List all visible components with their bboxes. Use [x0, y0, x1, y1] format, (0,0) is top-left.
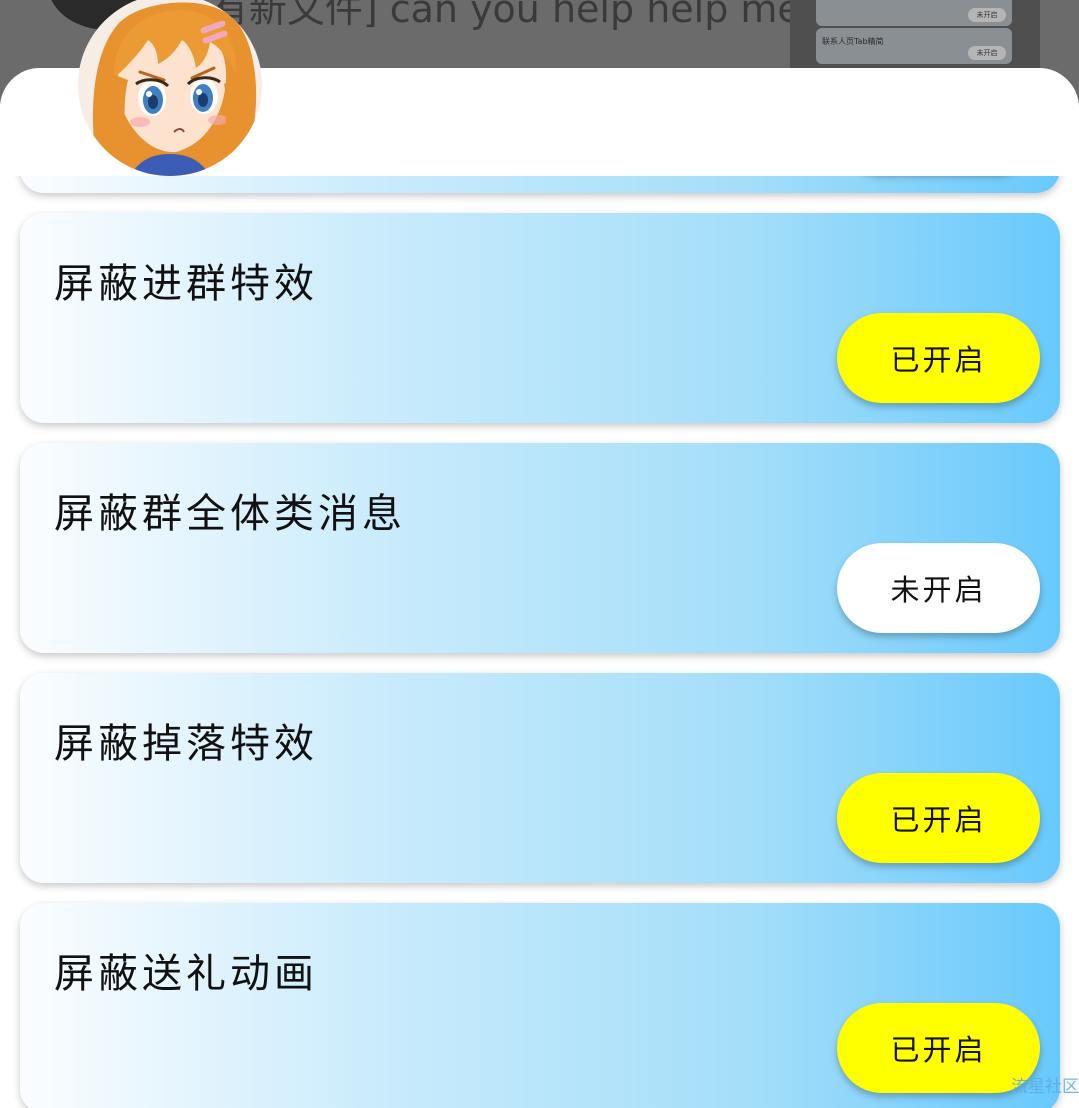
- setting-title: 屏蔽进群特效: [54, 261, 318, 307]
- setting-title: 屏蔽群全体类消息: [54, 491, 406, 537]
- setting-card-block-join-effect: 屏蔽进群特效 已开启: [20, 213, 1060, 423]
- setting-title: 屏蔽掉落特效: [54, 721, 318, 767]
- avatar-illustration: [78, 0, 262, 176]
- setting-card-block-group-all-messages: 屏蔽群全体类消息 未开启: [20, 443, 1060, 653]
- setting-card-block-gift-animation: 屏蔽送礼动画 已开启: [20, 903, 1060, 1108]
- block-join-effect-toggle-button[interactable]: 已开启: [837, 313, 1040, 403]
- setting-card-block-drop-effect: 屏蔽掉落特效 已开启: [20, 673, 1060, 883]
- watermark: 流星社区: [1011, 1077, 1079, 1097]
- setting-title: 屏蔽送礼动画: [54, 951, 318, 997]
- settings-sheet: 屏蔽进群特效 已开启 屏蔽群全体类消息 未开启 屏蔽掉落特效 已开启 屏蔽送礼动…: [0, 68, 1079, 1108]
- background-panel-row-button: 未开启: [968, 46, 1006, 60]
- background-panel-row: 未开启: [816, 0, 1012, 26]
- user-avatar[interactable]: [78, 0, 262, 176]
- background-panel-row-button: 未开启: [968, 8, 1006, 22]
- block-gift-animation-toggle-button[interactable]: 已开启: [837, 1003, 1040, 1093]
- block-group-all-messages-toggle-button[interactable]: 未开启: [837, 543, 1040, 633]
- background-panel-row: 联系人页Tab精简 未开启: [816, 28, 1012, 64]
- settings-list[interactable]: 屏蔽进群特效 已开启 屏蔽群全体类消息 未开启 屏蔽掉落特效 已开启 屏蔽送礼动…: [0, 68, 1079, 1108]
- background-panel-row-label: 联系人页Tab精简: [822, 37, 884, 46]
- block-drop-effect-toggle-button[interactable]: 已开启: [837, 773, 1040, 863]
